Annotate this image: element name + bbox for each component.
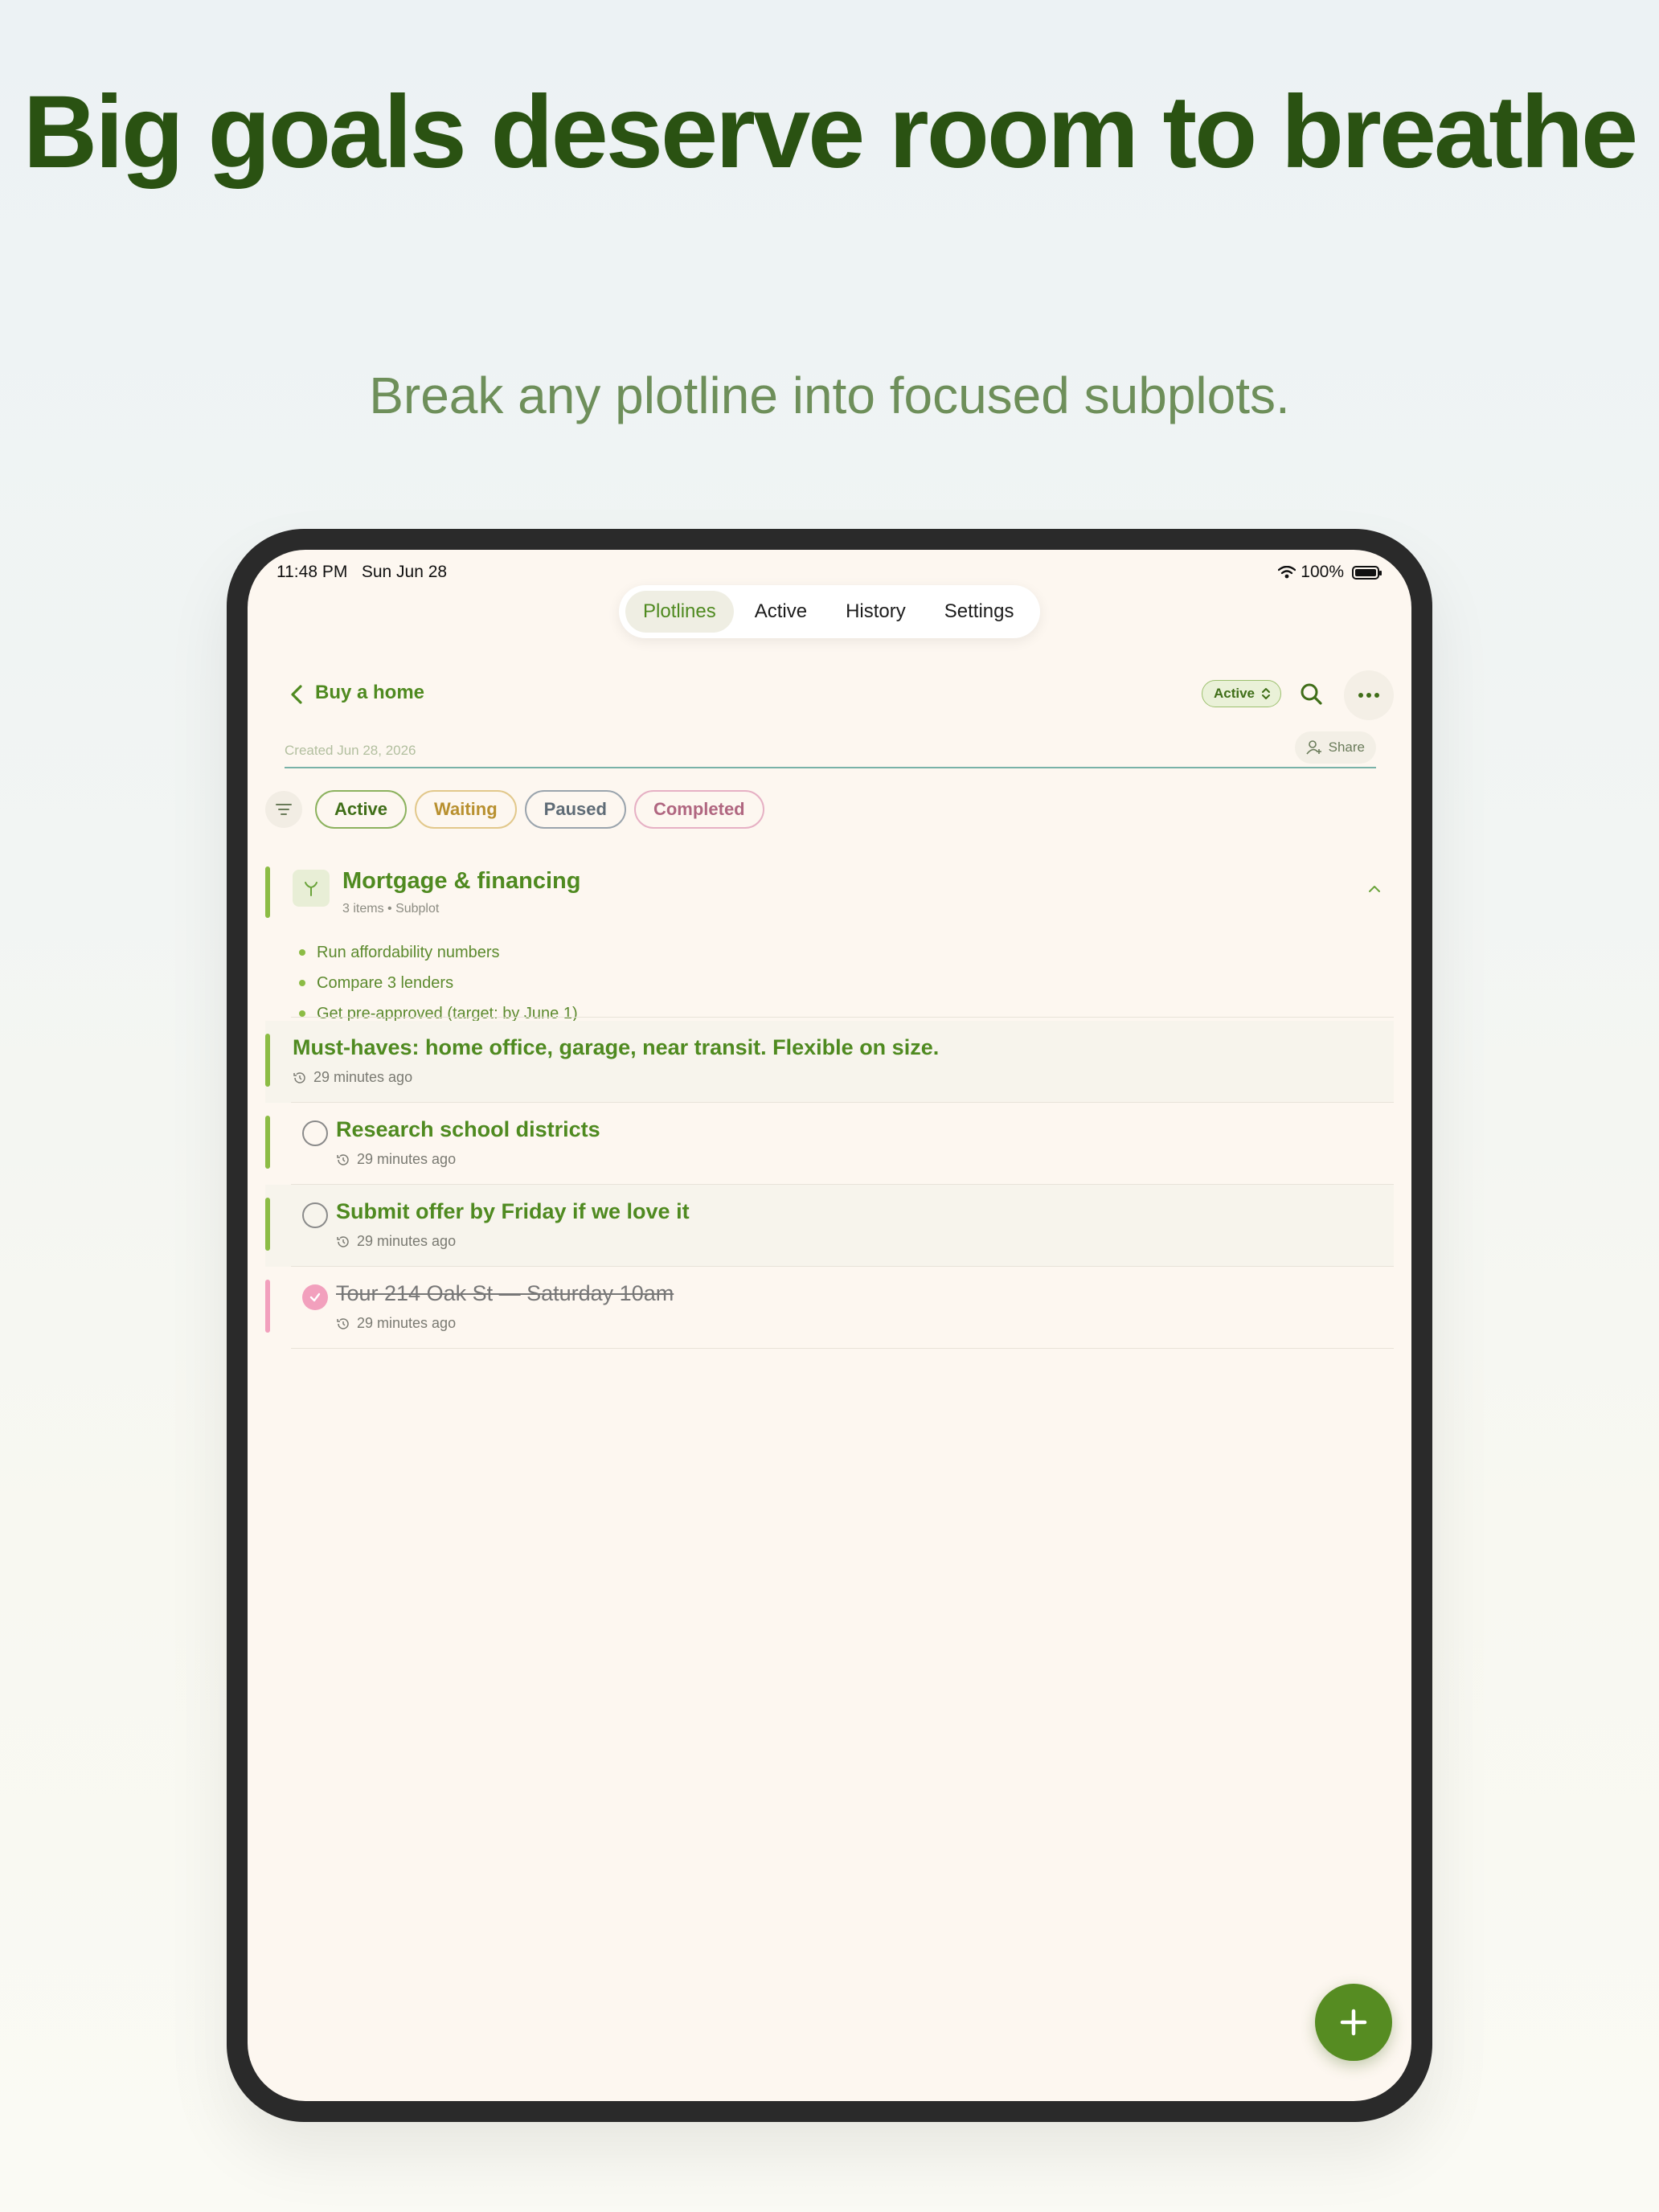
status-bar-indicator — [265, 1198, 270, 1251]
wifi-icon — [1278, 566, 1296, 579]
status-label: Active — [1213, 686, 1255, 701]
tab-plotlines[interactable]: Plotlines — [625, 591, 734, 633]
list-item[interactable]: Run affordability numbers — [299, 937, 578, 968]
entry-time: 29 minutes ago — [357, 1151, 457, 1167]
add-button[interactable] — [1315, 1984, 1392, 2061]
status-time: 11:48 PM — [276, 563, 348, 581]
note-row[interactable]: Must-haves: home office, garage, near tr… — [265, 1021, 1394, 1103]
bullet-icon — [299, 949, 305, 956]
status-bar-indicator — [265, 1280, 270, 1333]
chevron-left-icon[interactable] — [281, 678, 313, 711]
list-item[interactable]: Compare 3 lenders — [299, 968, 578, 998]
status-selector[interactable]: Active — [1201, 680, 1281, 707]
subplot-meta: 3 items • Subplot — [342, 902, 440, 916]
subplot-title: Mortgage & financing — [342, 868, 581, 894]
task-row[interactable]: Research school districts 29 minutes ago — [265, 1103, 1394, 1185]
filter-lines-icon — [276, 804, 292, 815]
nav-header: Buy a home Active — [248, 670, 1411, 720]
battery-percent: 100% — [1301, 563, 1344, 581]
tab-history[interactable]: History — [828, 591, 924, 633]
checkmark-icon[interactable] — [302, 1284, 328, 1310]
filter-row: Active Waiting Paused Completed — [265, 789, 764, 830]
history-icon — [337, 1317, 349, 1329]
ellipsis-icon — [1358, 693, 1379, 698]
entry-title: Tour 214 Oak St — Saturday 10am — [336, 1281, 674, 1305]
status-bar: 11:48 PM Sun Jun 28 100% — [248, 563, 1411, 587]
entry-time: 29 minutes ago — [357, 1233, 457, 1249]
tablet-frame: 11:48 PM Sun Jun 28 100% Plotlines Activ… — [227, 529, 1432, 2122]
row-divider — [291, 1016, 1394, 1018]
filter-chip-completed[interactable]: Completed — [633, 790, 764, 829]
filter-chip-paused[interactable]: Paused — [524, 790, 626, 829]
filter-chip-waiting[interactable]: Waiting — [415, 790, 517, 829]
entry-time: 29 minutes ago — [313, 1069, 413, 1085]
plus-icon — [1340, 2009, 1367, 2036]
share-button[interactable]: Share — [1294, 731, 1376, 764]
back-button[interactable]: Buy a home — [315, 682, 424, 704]
filter-button[interactable] — [265, 791, 302, 828]
checkbox-circle-icon[interactable] — [302, 1202, 328, 1228]
subplot-items: Run affordability numbers Compare 3 lend… — [299, 937, 578, 1029]
entry-title: Must-haves: home office, garage, near tr… — [293, 1035, 940, 1059]
chevron-updown-icon — [1262, 688, 1270, 699]
status-bar-indicator — [265, 1034, 270, 1087]
history-icon — [337, 1235, 349, 1247]
history-icon — [337, 1153, 349, 1165]
entry-title: Submit offer by Friday if we love it — [336, 1199, 690, 1223]
more-options-button[interactable] — [1344, 670, 1394, 720]
header-divider — [285, 767, 1376, 768]
subplot-card[interactable]: Mortgage & financing 3 items • Subplot R… — [265, 860, 1394, 1022]
hero-headline: Big goals deserve room to breathe — [23, 75, 1638, 190]
status-bar-indicator — [265, 866, 270, 918]
status-date: Sun Jun 28 — [361, 563, 448, 581]
tab-settings[interactable]: Settings — [927, 591, 1032, 633]
tab-bar: Plotlines Active History Settings — [619, 585, 1040, 638]
row-divider — [291, 1347, 1394, 1349]
status-bar-indicator — [265, 1116, 270, 1169]
entry-title: Research school districts — [336, 1117, 600, 1141]
entry-time: 29 minutes ago — [357, 1315, 457, 1331]
share-label: Share — [1328, 739, 1365, 755]
tab-active[interactable]: Active — [737, 591, 825, 633]
app-screen: 11:48 PM Sun Jun 28 100% Plotlines Activ… — [248, 550, 1411, 2101]
sprout-icon — [293, 870, 330, 907]
person-add-icon — [1305, 740, 1321, 755]
hero-subheadline: Break any plotline into focused subplots… — [369, 367, 1290, 424]
search-icon[interactable] — [1296, 678, 1328, 711]
task-row[interactable]: Submit offer by Friday if we love it 29 … — [265, 1185, 1394, 1267]
chevron-up-icon[interactable] — [1365, 879, 1384, 899]
history-icon — [293, 1071, 305, 1083]
bullet-icon — [299, 980, 305, 986]
filter-chip-active[interactable]: Active — [315, 790, 408, 829]
completed-task-row[interactable]: Tour 214 Oak St — Saturday 10am 29 minut… — [265, 1267, 1394, 1349]
created-date: Created Jun 28, 2026 — [285, 743, 416, 758]
battery-icon — [1352, 565, 1382, 580]
checkbox-circle-icon[interactable] — [302, 1120, 328, 1146]
